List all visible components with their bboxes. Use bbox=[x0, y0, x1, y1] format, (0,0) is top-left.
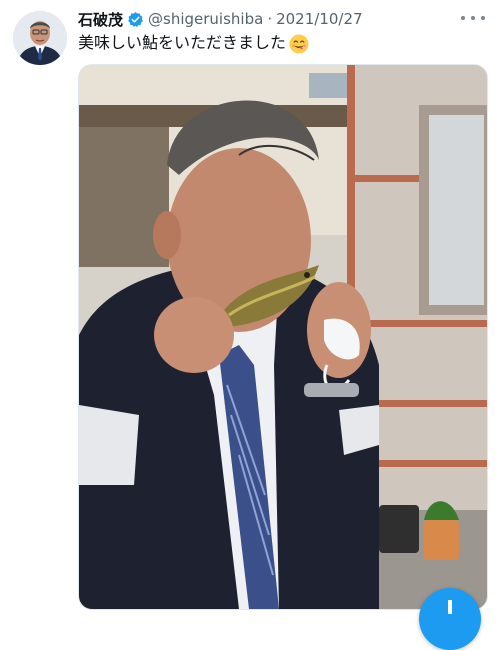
tweet[interactable]: 石破茂 @shigeruishiba · 2021/10/27 美味しい鮎をいた… bbox=[0, 0, 497, 650]
tweet-text: 美味しい鮎をいただきました bbox=[78, 33, 309, 54]
author-handle[interactable]: @shigeruishiba bbox=[148, 10, 263, 28]
tweet-photo[interactable] bbox=[78, 64, 488, 610]
verified-badge-icon bbox=[127, 11, 144, 28]
tweet-header: 石破茂 @shigeruishiba · 2021/10/27 bbox=[78, 8, 457, 30]
smiling-face-icon bbox=[289, 34, 309, 54]
tweet-date[interactable]: 2021/10/27 bbox=[276, 10, 362, 28]
tweet-text-body: 美味しい鮎をいただきました bbox=[78, 33, 287, 52]
separator: · bbox=[267, 10, 273, 28]
compose-plus-icon[interactable] bbox=[419, 588, 481, 650]
more-options-icon[interactable] bbox=[461, 10, 485, 26]
avatar[interactable] bbox=[13, 11, 67, 65]
author-name[interactable]: 石破茂 bbox=[78, 9, 123, 30]
